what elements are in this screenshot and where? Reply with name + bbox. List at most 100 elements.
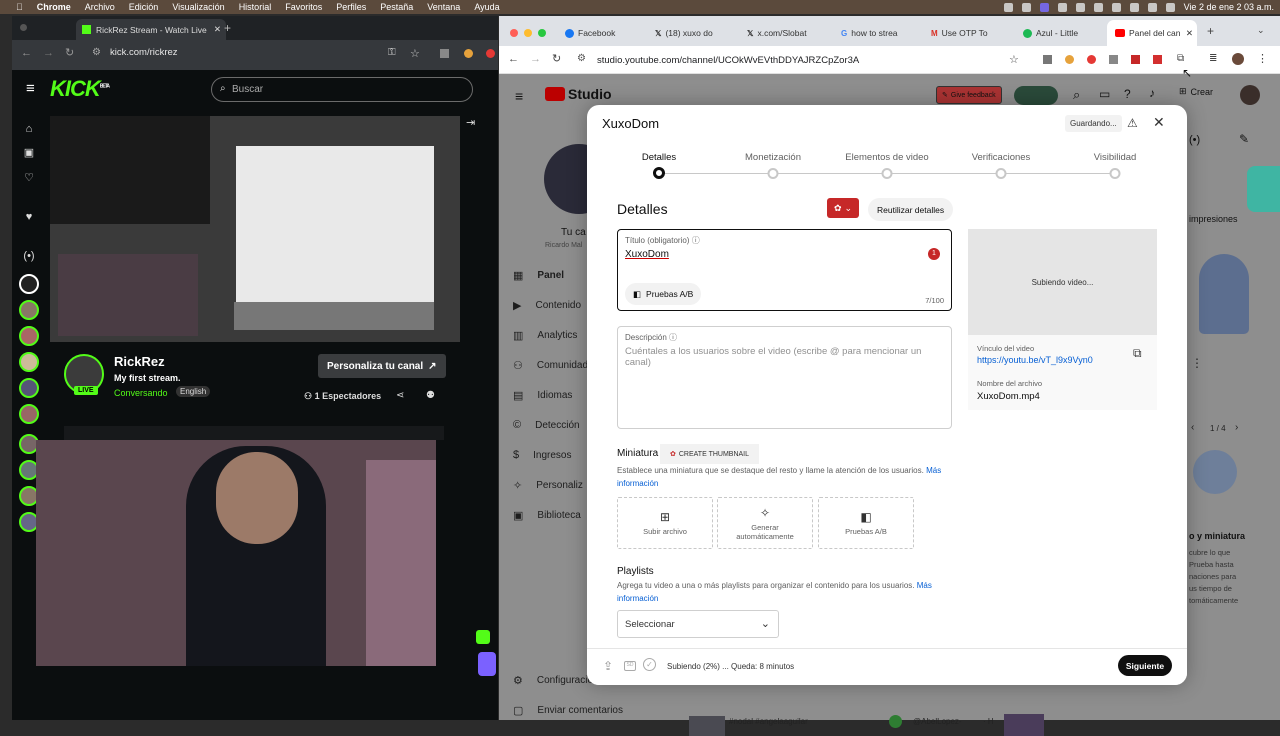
extension-icon[interactable]: [1065, 55, 1074, 64]
nav-earn[interactable]: $ Ingresos: [513, 449, 571, 461]
tab-spotify[interactable]: Azul - Little: [1015, 20, 1101, 46]
tab-search-icon[interactable]: ⌄: [1257, 25, 1265, 36]
help-icon[interactable]: ⓘ: [692, 236, 700, 245]
extension-icon[interactable]: [440, 49, 449, 58]
window-minimize-button[interactable]: [524, 29, 532, 37]
create-thumbnail-button[interactable]: ✿ CREATE THUMBNAIL: [660, 444, 760, 464]
status-tray-icon[interactable]: [1003, 2, 1013, 12]
nav-languages[interactable]: ▤ Idiomas: [513, 389, 572, 402]
messages-icon[interactable]: ▭: [1099, 87, 1110, 101]
extension-icon[interactable]: [1087, 55, 1096, 64]
customize-channel-button[interactable]: Personaliza tu canal ↗: [318, 354, 446, 378]
upload-icon[interactable]: ⇪: [603, 659, 613, 673]
checks-icon[interactable]: ✓: [643, 658, 656, 671]
nav-panel[interactable]: ▦ Panel: [513, 269, 564, 282]
heart-icon[interactable]: ♥: [22, 210, 36, 224]
menu-historial[interactable]: Historial: [239, 2, 272, 12]
status-tray-icon[interactable]: [1093, 2, 1103, 12]
create-button[interactable]: ⊞ Crear: [1179, 86, 1213, 97]
star-icon[interactable]: ☆: [1009, 53, 1019, 66]
studio-logo[interactable]: Studio: [545, 86, 612, 102]
live-channels-icon[interactable]: (•): [22, 249, 36, 263]
step-dot[interactable]: [995, 168, 1007, 179]
collapse-chat-icon[interactable]: ⇥: [466, 116, 475, 129]
nav-analytics[interactable]: ▥ Analytics: [513, 329, 577, 342]
yt-url[interactable]: studio.youtube.com/channel/UCOkWvEVthDDY…: [597, 55, 859, 66]
next-icon[interactable]: ›: [1235, 422, 1238, 433]
search-icon[interactable]: ⌕: [1073, 87, 1080, 103]
nav-content[interactable]: ▶ Contenido: [513, 299, 581, 312]
prev-icon[interactable]: ‹: [1191, 422, 1194, 433]
more-icon[interactable]: ⋮: [1191, 356, 1203, 370]
menu-ayuda[interactable]: Ayuda: [474, 2, 499, 12]
kick-url[interactable]: kick.com/rickrez: [110, 47, 178, 58]
browse-icon[interactable]: ▣: [22, 146, 36, 160]
language-tag[interactable]: English: [176, 386, 211, 397]
home-icon[interactable]: ⌂: [22, 122, 36, 136]
key-icon[interactable]: ⚿: [388, 47, 396, 58]
window-close-button[interactable]: [510, 29, 518, 37]
menubar-clock[interactable]: Vie 2 de ene 2 03 a.m.: [1184, 2, 1274, 12]
menu-ventana[interactable]: Ventana: [427, 2, 460, 12]
menu-app[interactable]: Chrome: [37, 2, 71, 12]
extension-tools-button[interactable]: ✿ ⌄: [827, 198, 859, 218]
live-icon[interactable]: (•): [1189, 134, 1200, 146]
nav-feedback[interactable]: ▢ Enviar comentarios: [513, 704, 623, 717]
nav-settings[interactable]: ⚙ Configuración: [513, 674, 599, 687]
control-center-icon[interactable]: [1165, 2, 1175, 12]
step-visibility[interactable]: Visibilidad: [1094, 152, 1137, 163]
extension-icon[interactable]: [1131, 55, 1140, 64]
menu-icon[interactable]: ≡: [26, 80, 35, 97]
bluetooth-icon[interactable]: [1111, 2, 1121, 12]
back-icon[interactable]: ←: [508, 53, 519, 65]
star-icon[interactable]: ☆: [410, 47, 420, 60]
extension-icon[interactable]: [486, 49, 495, 58]
nav-detection[interactable]: © Detección: [513, 419, 580, 431]
step-dot[interactable]: [653, 167, 665, 179]
step-dot[interactable]: [1109, 168, 1121, 179]
error-count-badge[interactable]: 1: [928, 248, 940, 260]
extension-icon[interactable]: [464, 49, 473, 58]
title-input[interactable]: XuxoDom: [625, 249, 669, 260]
wifi-icon[interactable]: [1129, 2, 1139, 12]
avatar[interactable]: [19, 326, 39, 346]
tab-gmail[interactable]: M Use OTP To: [923, 20, 1009, 46]
menu-favoritos[interactable]: Favoritos: [285, 2, 322, 12]
help-icon[interactable]: ⓘ: [669, 333, 677, 342]
step-dot[interactable]: [881, 168, 893, 179]
microphone-icon[interactable]: [478, 652, 496, 676]
kick-logo[interactable]: KICKBETA: [50, 76, 110, 102]
follow-icon[interactable]: ⚉: [426, 390, 435, 401]
extension-toggle[interactable]: [1014, 86, 1058, 105]
ab-test-thumbnail-button[interactable]: ◧ Pruebas A/B: [818, 497, 914, 549]
tab-google[interactable]: Ghow to strea: [833, 20, 919, 46]
video-link[interactable]: https://youtu.be/vT_l9x9Vyn0: [977, 355, 1093, 365]
stream-category[interactable]: Conversando: [114, 388, 168, 398]
extension-icon[interactable]: [1109, 55, 1118, 64]
more-icon[interactable]: ⋮: [1257, 52, 1268, 65]
kick-search-input[interactable]: ⌕ Buscar: [211, 77, 473, 102]
status-tray-icon[interactable]: [1057, 2, 1067, 12]
kick-tab[interactable]: RickRez Stream - Watch Live ✕: [76, 19, 226, 40]
close-icon[interactable]: ✕: [1153, 114, 1165, 131]
avatar[interactable]: [19, 378, 39, 398]
give-feedback-button[interactable]: ✎ Give feedback: [936, 86, 1002, 104]
tab-x-xuxo[interactable]: 𝕏 (18) xuxo do: [647, 20, 733, 46]
help-icon[interactable]: ?: [1124, 87, 1131, 101]
new-tab-button[interactable]: +: [224, 21, 231, 35]
menu-icon[interactable]: ≡: [515, 88, 523, 104]
learn-more-link[interactable]: Más: [926, 466, 941, 475]
forward-icon[interactable]: →: [43, 47, 54, 59]
status-tray-icon[interactable]: [1021, 2, 1031, 12]
stream-video-player[interactable]: [50, 116, 460, 342]
menu-archivo[interactable]: Archivo: [85, 2, 115, 12]
menu-perfiles[interactable]: Perfiles: [336, 2, 366, 12]
nav-customize[interactable]: ✧ Personaliz: [513, 479, 583, 492]
extensions-puzzle-icon[interactable]: ⧉: [1177, 53, 1184, 64]
nav-community[interactable]: ⚇ Comunidad: [513, 359, 588, 372]
avatar[interactable]: [19, 300, 39, 320]
extension-icon[interactable]: [1153, 55, 1162, 64]
description-field[interactable]: Descripción ⓘ Cuéntales a los usuarios s…: [617, 326, 952, 429]
window-zoom-button[interactable]: [538, 29, 546, 37]
avatar[interactable]: [19, 352, 39, 372]
